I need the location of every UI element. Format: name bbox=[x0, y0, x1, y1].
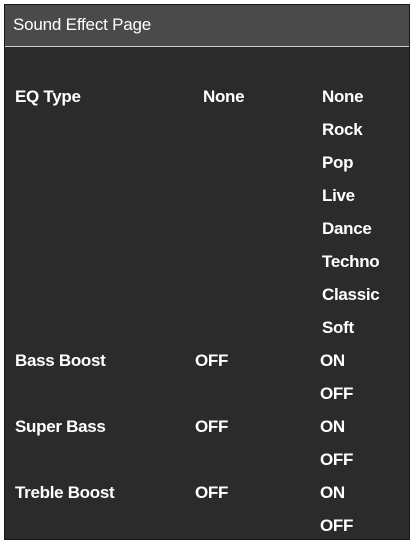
bass-boost-option-on[interactable]: ON bbox=[320, 351, 345, 371]
super-bass-option-on[interactable]: ON bbox=[320, 417, 345, 437]
eq-option-soft[interactable]: Soft bbox=[322, 318, 354, 338]
eq-option-techno[interactable]: Techno bbox=[322, 252, 380, 272]
treble-boost-current-value: OFF bbox=[195, 483, 229, 502]
sound-effect-panel: Sound Effect Page EQ Type None None Rock… bbox=[4, 4, 410, 540]
bass-boost-option-off[interactable]: OFF bbox=[320, 384, 353, 404]
super-bass-current-value: OFF bbox=[195, 417, 229, 436]
treble-boost-option-on[interactable]: ON bbox=[320, 483, 345, 503]
bass-boost-label: Bass Boost bbox=[15, 351, 106, 370]
super-bass-option-off[interactable]: OFF bbox=[320, 450, 353, 470]
eq-type-current-value: None bbox=[203, 87, 245, 106]
eq-option-rock[interactable]: Rock bbox=[322, 120, 363, 140]
eq-option-live[interactable]: Live bbox=[322, 186, 355, 206]
eq-option-classic[interactable]: Classic bbox=[322, 285, 380, 305]
eq-type-label: EQ Type bbox=[15, 87, 81, 106]
eq-option-none[interactable]: None bbox=[322, 87, 364, 107]
bass-boost-current-value: OFF bbox=[195, 351, 229, 370]
eq-option-pop[interactable]: Pop bbox=[322, 153, 354, 173]
treble-boost-label: Treble Boost bbox=[15, 483, 115, 502]
title-bar: Sound Effect Page bbox=[5, 5, 409, 47]
eq-option-dance[interactable]: Dance bbox=[322, 219, 372, 239]
super-bass-label: Super Bass bbox=[15, 417, 106, 436]
treble-boost-option-off[interactable]: OFF bbox=[320, 516, 353, 536]
page-title: Sound Effect Page bbox=[13, 15, 152, 34]
